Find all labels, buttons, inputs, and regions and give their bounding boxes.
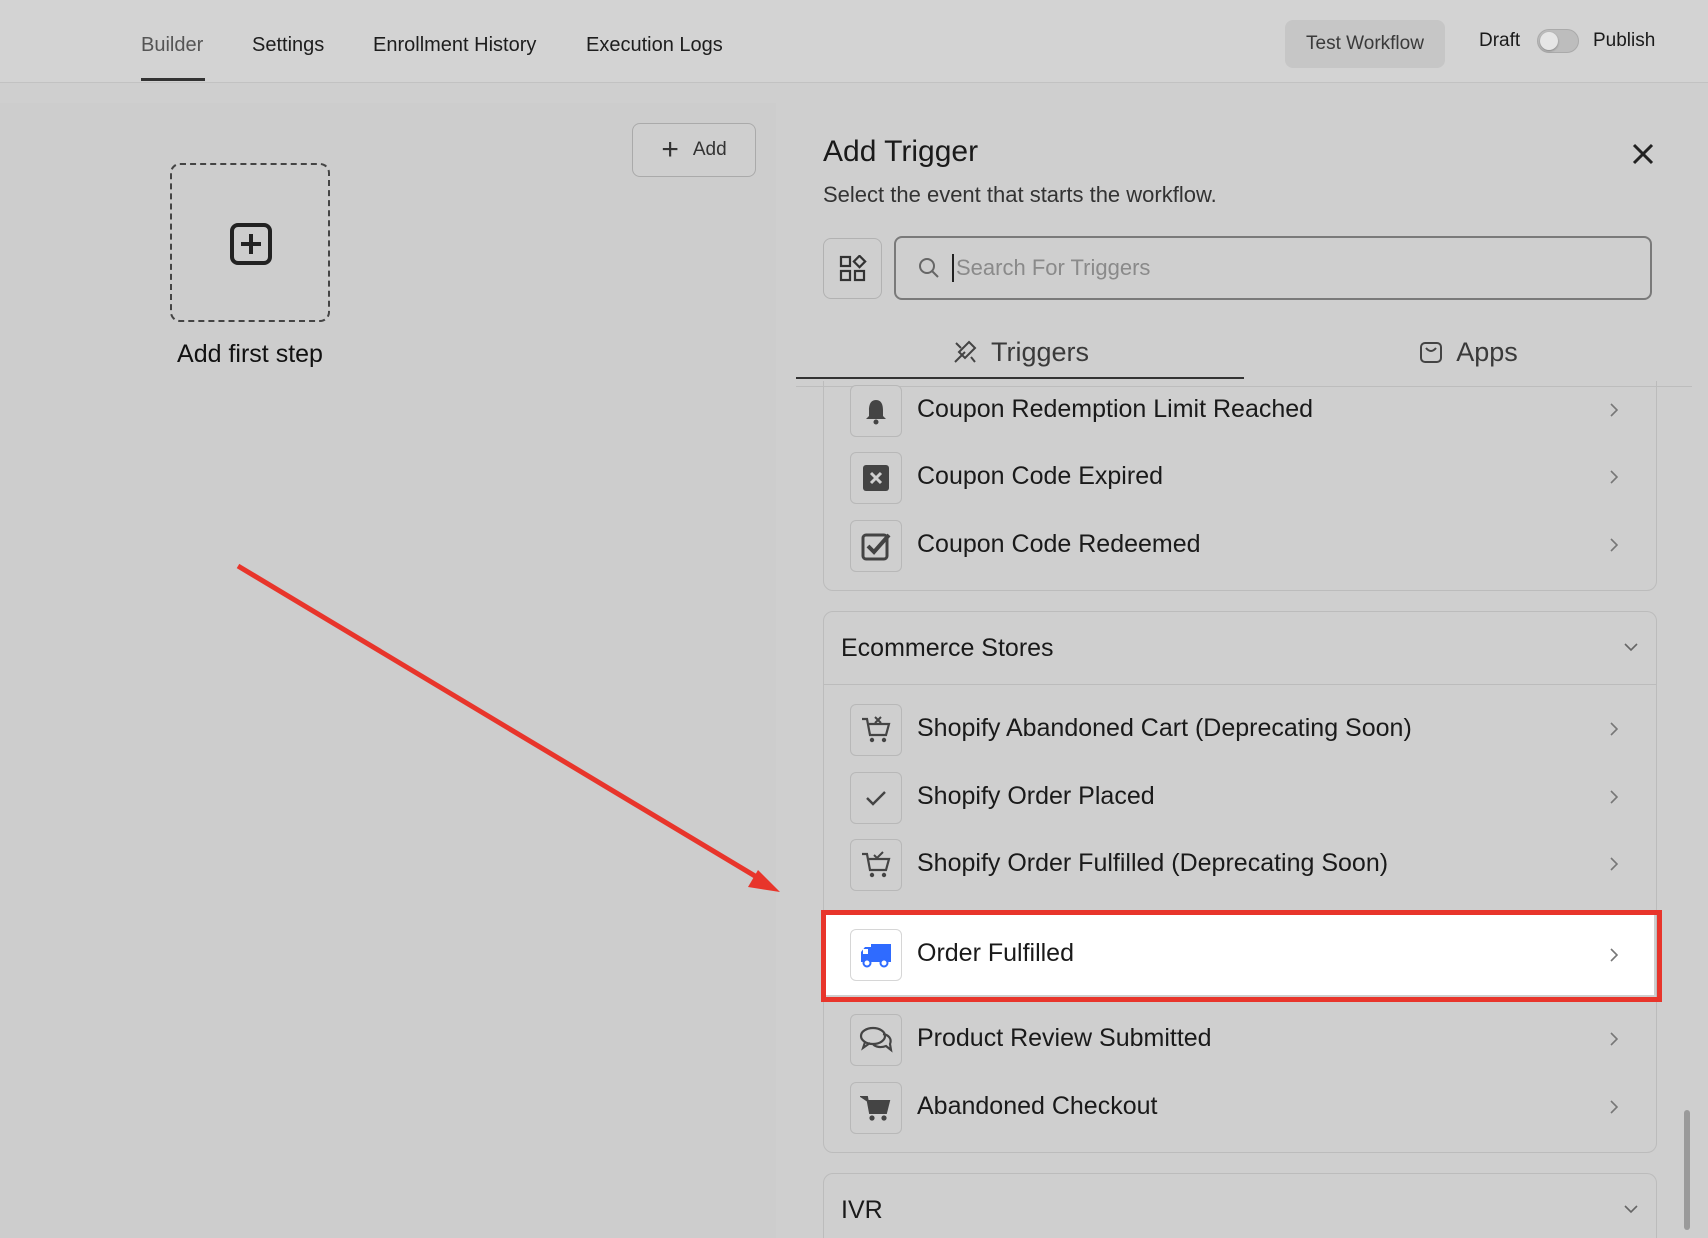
ivr-group-header[interactable]: IVR [824,1174,1656,1238]
trigger-item-label: Coupon Redemption Limit Reached [917,395,1314,423]
add-button[interactable]: + Add [632,123,756,177]
active-tab-underline [796,377,1244,379]
chevron-right-icon [1610,538,1618,552]
trigger-item-label: Coupon Code Expired [917,462,1163,490]
tools-icon [954,340,977,363]
trigger-item-order-fulfilled[interactable]: Order Fulfilled [826,915,1654,995]
search-input[interactable] [952,254,1608,282]
add-first-step-label: Add first step [177,340,323,368]
tab-triggers-label: Triggers [990,336,1090,367]
tab-apps[interactable]: Apps [1244,318,1692,386]
tab-apps-label: Apps [1456,336,1518,367]
trigger-item-coupon-code-expired[interactable]: Coupon Code Expired [823,443,1657,511]
trigger-item-label: Shopify Abandoned Cart (Deprecating Soon… [917,714,1412,742]
group-title: IVR [841,1196,883,1224]
top-nav-bar: Builder Settings Enrollment History Exec… [0,0,1708,83]
chevron-right-icon [1610,1100,1618,1114]
search-icon [919,258,939,278]
trigger-item-label: Product Review Submitted [917,1024,1212,1052]
chevron-right-icon [1610,722,1618,736]
tab-triggers[interactable]: Triggers [796,318,1244,386]
trigger-item-abandoned-checkout[interactable]: Abandoned Checkout [823,1073,1657,1141]
shopping-bag-icon [1420,342,1443,363]
search-triggers-field[interactable] [894,236,1652,300]
plus-square-icon [230,223,272,265]
chevron-right-icon [1610,857,1618,871]
group-title: Ecommerce Stores [841,634,1054,662]
tab-settings[interactable]: Settings [252,34,324,57]
add-trigger-panel: Add Trigger Select the event that starts… [796,103,1692,1238]
workflow-canvas [0,103,776,1238]
ecommerce-group-header[interactable]: Ecommerce Stores [824,612,1656,685]
trigger-item-shopify-order-fulfilled[interactable]: Shopify Order Fulfilled (Deprecating Soo… [823,830,1657,898]
truck-icon [850,929,902,981]
trigger-item-label: Abandoned Checkout [917,1092,1158,1120]
chevron-right-icon [1610,948,1618,962]
chevron-right-icon [1610,470,1618,484]
category-grid-button[interactable] [823,238,882,299]
chevron-right-icon [1610,403,1618,417]
tab-execution-logs[interactable]: Execution Logs [586,34,723,57]
test-workflow-button[interactable]: Test Workflow [1285,20,1445,68]
trigger-item-label: Order Fulfilled [917,939,1074,967]
tab-enrollment-history[interactable]: Enrollment History [373,34,536,57]
panel-title: Add Trigger [823,135,979,168]
chevron-right-icon [1610,1032,1618,1046]
add-first-step-box[interactable] [170,163,330,322]
cart-x-icon [850,704,902,756]
chevron-right-icon [1610,790,1618,804]
toggle-knob [1540,32,1558,50]
chevron-down-icon [1624,1205,1638,1214]
chat-bubbles-icon [850,1014,902,1066]
check-square-icon [850,520,902,572]
publish-label: Publish [1593,30,1656,51]
bell-icon [850,385,902,437]
check-icon [850,772,902,824]
x-square-icon [850,452,902,504]
trigger-item-label: Shopify Order Placed [917,782,1155,810]
trigger-item-shopify-abandoned-cart[interactable]: Shopify Abandoned Cart (Deprecating Soon… [823,695,1657,763]
close-icon[interactable] [1628,139,1658,169]
scrollbar[interactable] [1684,1110,1690,1230]
cart-check-icon [850,839,902,891]
chevron-down-icon [1624,643,1638,652]
plus-icon: + [661,133,679,166]
trigger-item-label: Shopify Order Fulfilled (Deprecating Soo… [917,849,1389,877]
ivr-group-card: IVR [823,1173,1657,1238]
publish-toggle[interactable] [1537,29,1579,53]
cart-icon [850,1082,902,1134]
trigger-item-shopify-order-placed[interactable]: Shopify Order Placed [823,763,1657,831]
trigger-item-product-review-submitted[interactable]: Product Review Submitted [823,1005,1657,1073]
tab-builder[interactable]: Builder [141,34,203,57]
trigger-item-coupon-redemption-limit[interactable]: Coupon Redemption Limit Reached [823,381,1657,444]
active-tab-underline [141,78,205,81]
trigger-item-label: Coupon Code Redeemed [917,530,1201,558]
trigger-list: Coupon Redemption Limit Reached Coupon C… [796,381,1692,1238]
add-button-label: Add [692,139,727,160]
trigger-item-coupon-code-redeemed[interactable]: Coupon Code Redeemed [823,511,1657,579]
grid-icon [839,254,867,281]
draft-label: Draft [1479,30,1521,51]
panel-subtitle: Select the event that starts the workflo… [823,182,1217,207]
